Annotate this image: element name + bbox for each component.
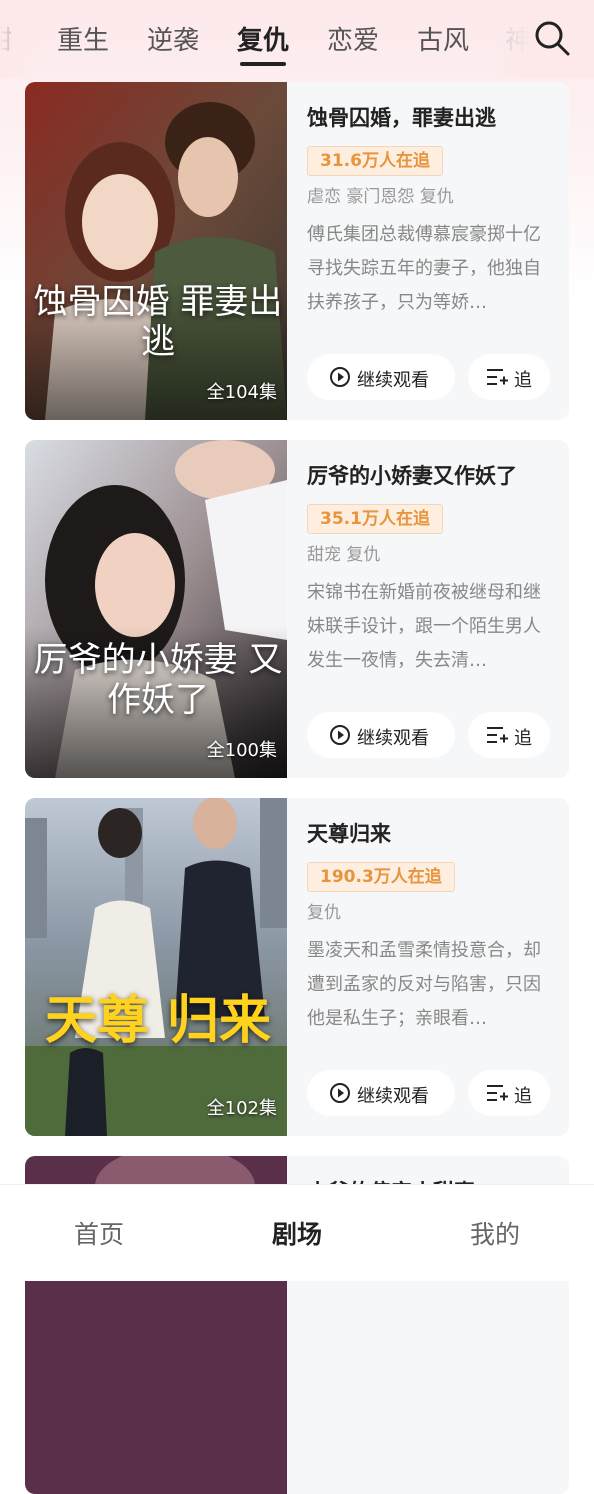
play-circle-icon xyxy=(330,1083,350,1103)
add-to-list-icon xyxy=(487,369,508,385)
drama-title[interactable]: 蚀骨囚婚，罪妻出逃 xyxy=(307,102,496,132)
drama-title[interactable]: 厉爷的小娇妻又作妖了 xyxy=(307,460,517,490)
nav-home[interactable]: 首页 xyxy=(74,1215,124,1251)
tab-rebirth[interactable]: 重生 xyxy=(57,20,109,57)
continue-watching-button[interactable]: 继续观看 xyxy=(307,1070,455,1116)
poster-title-art: 天尊 归来 xyxy=(44,990,272,1051)
play-circle-icon xyxy=(330,367,350,387)
genre-tags: 复仇 xyxy=(307,903,341,923)
drama-poster[interactable]: 蚀骨囚婚 罪妻出逃 全104集 xyxy=(25,82,287,420)
follow-label: 追 xyxy=(514,370,532,391)
genre-tags: 甜宠 复仇 xyxy=(307,545,381,565)
continue-watching-label: 继续观看 xyxy=(357,728,429,749)
follow-label: 追 xyxy=(514,728,532,749)
tab-counterattack[interactable]: 逆袭 xyxy=(147,20,199,57)
followers-badge: 35.1万人在追 xyxy=(307,504,443,534)
continue-watching-label: 继续观看 xyxy=(357,1086,429,1107)
episode-count: 全100集 xyxy=(206,740,277,761)
follow-button[interactable]: 追 xyxy=(468,712,550,758)
drama-card[interactable]: 蚀骨囚婚 罪妻出逃 全104集 蚀骨囚婚，罪妻出逃 31.6万人在追 虐恋 豪门… xyxy=(25,82,569,420)
followers-badge: 190.3万人在追 xyxy=(307,862,455,892)
drama-poster[interactable]: 天尊 归来 全102集 xyxy=(25,798,287,1136)
add-to-list-icon xyxy=(487,1085,508,1101)
drama-description: 宋锦书在新婚前夜被继母和继妹联手设计，跟一个陌生男人发生一夜情，失去清… xyxy=(307,582,541,671)
tabs-fade-left xyxy=(0,0,40,78)
continue-watching-label: 继续观看 xyxy=(357,370,429,391)
follow-label: 追 xyxy=(514,1086,532,1107)
active-tab-indicator xyxy=(240,62,286,66)
search-icon[interactable] xyxy=(532,18,572,58)
continue-watching-button[interactable]: 继续观看 xyxy=(307,712,455,758)
drama-description: 墨凌天和孟雪柔情投意合，却遭到孟家的反对与陷害，只因他是私生子；亲眼看… xyxy=(307,940,541,1029)
drama-card[interactable]: 天尊 归来 全102集 天尊归来 190.3万人在追 复仇 墨凌天和孟雪柔情投意… xyxy=(25,798,569,1136)
drama-card[interactable]: 厉爷的小娇妻 又作妖了 全100集 厉爷的小娇妻又作妖了 35.1万人在追 甜宠… xyxy=(25,440,569,778)
genre-tags: 虐恋 豪门恩怨 复仇 xyxy=(307,187,454,207)
drama-title[interactable]: 天尊归来 xyxy=(307,818,391,848)
tab-revenge[interactable]: 复仇 xyxy=(237,20,289,57)
continue-watching-button[interactable]: 继续观看 xyxy=(307,354,455,400)
play-circle-icon xyxy=(330,725,350,745)
nav-mine[interactable]: 我的 xyxy=(470,1215,520,1251)
bottom-navigation: 首页 剧场 我的 xyxy=(0,1184,594,1281)
episode-count: 全104集 xyxy=(206,382,277,403)
followers-badge: 31.6万人在追 xyxy=(307,146,443,176)
poster-image xyxy=(25,440,287,778)
poster-image xyxy=(25,798,287,1136)
follow-button[interactable]: 追 xyxy=(468,354,550,400)
poster-title-art: 厉爷的小娇妻 又作妖了 xyxy=(33,640,283,720)
follow-button[interactable]: 追 xyxy=(468,1070,550,1116)
tab-ancient-style[interactable]: 古风 xyxy=(417,20,469,57)
poster-title-art: 蚀骨囚婚 罪妻出逃 xyxy=(33,282,283,362)
category-tabs: 甜 重生 逆袭 复仇 恋爱 古风 神 xyxy=(0,0,594,78)
nav-theater[interactable]: 剧场 xyxy=(272,1215,322,1251)
add-to-list-icon xyxy=(487,727,508,743)
poster-image xyxy=(25,82,287,420)
episode-count: 全102集 xyxy=(206,1098,277,1119)
tab-romance[interactable]: 恋爱 xyxy=(327,20,379,57)
drama-poster[interactable]: 厉爷的小娇妻 又作妖了 全100集 xyxy=(25,440,287,778)
drama-description: 傅氏集团总裁傅慕宸豪掷十亿寻找失踪五年的妻子，他独自扶养孩子，只为等娇… xyxy=(307,224,541,313)
